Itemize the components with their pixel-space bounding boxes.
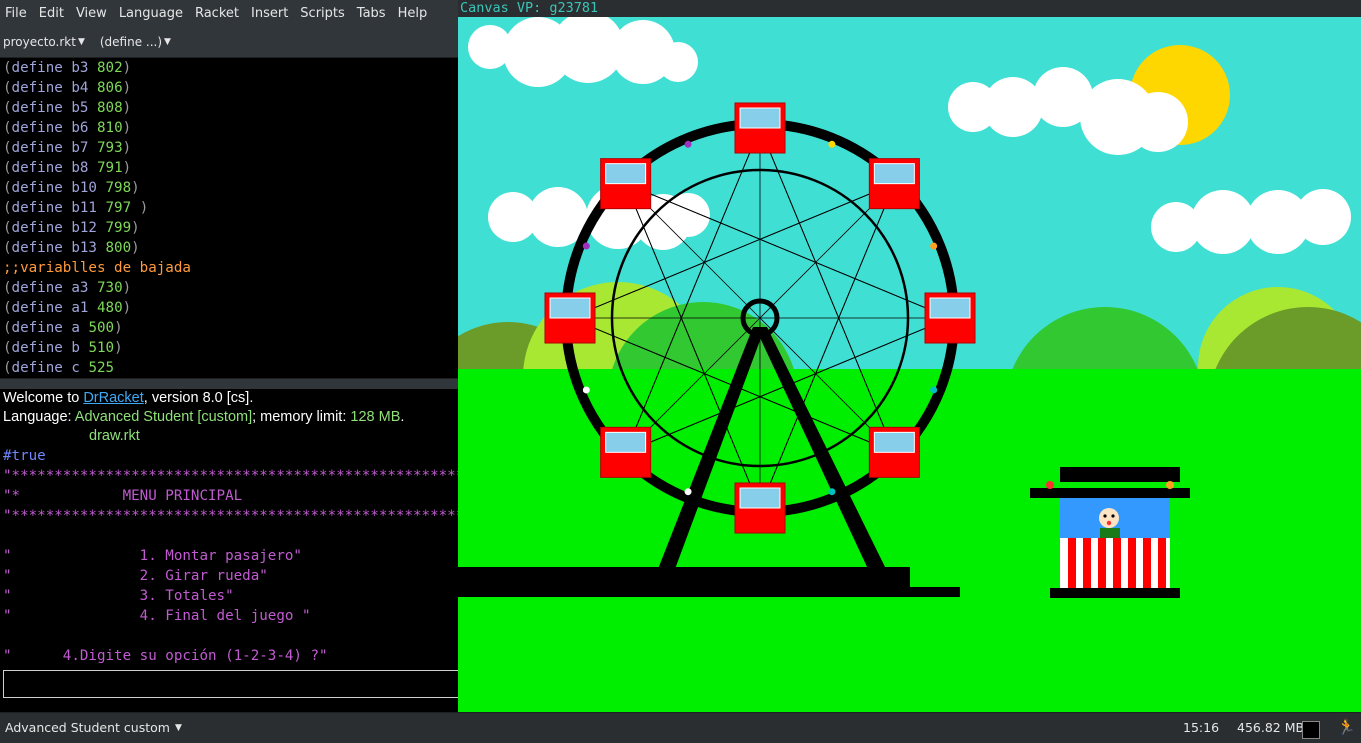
code-line: (define b4 806) [3,80,132,96]
code-line: (define b12 799) [3,220,140,236]
welcome-line: Welcome to DrRacket, version 8.0 [cs]. [3,390,254,406]
output-line: "***************************************… [3,468,458,484]
gondola-window [739,107,781,129]
code-line: (define a1 480) [3,300,132,316]
gondola-window [739,487,781,509]
gondola-window [929,297,971,319]
wheel-light [828,140,836,148]
gondola-window [873,431,915,453]
toolbar: proyecto.rkt ▼ (define ...) ▼ [0,27,458,58]
code-line: (define b5 808) [3,100,132,116]
drracket-link[interactable]: DrRacket [83,390,143,406]
output-line: " 4. Final del juego " [3,608,311,624]
output-line: " 2. Girar rueda" [3,568,268,584]
code-line: (define b6 810) [3,120,132,136]
code-line: (define a3 730) [3,280,132,296]
gondola-window [605,431,647,453]
code-line: (define b3 802) [3,60,132,76]
output-line: " 1. Montar pasajero" [3,548,302,564]
chevron-down-icon: ▼ [77,37,85,47]
scene [413,11,1361,719]
output-line: " 4.Digite su opción (1-2-3-4) ?" [3,648,328,664]
status-memory[interactable]: 456.82 MB [1237,720,1304,735]
wheel-light [684,140,692,148]
code-line: (define b8 791) [3,160,132,176]
menu-help[interactable]: Help [392,0,434,27]
wheel-light [930,242,938,250]
running-man-icon: 🏃 [1337,718,1356,736]
interactions-pane[interactable]: Welcome to DrRacket, version 8.0 [cs]. L… [0,389,458,712]
gc-indicator-icon [1302,721,1320,739]
wheel-platform [458,567,910,597]
wheel-light [828,488,836,496]
code-line: (define c 525 [3,360,115,376]
wheel-platform-step [910,587,960,597]
output-line: "* MENU PRINCIPAL [3,488,243,504]
result-line: #true [3,448,46,464]
menu-view[interactable]: View [70,0,113,27]
wheel-light [582,242,590,250]
language-selector-label: Advanced Student custom [5,720,170,735]
gondola-window [605,163,647,185]
file-dropdown-label: proyecto.rkt [3,35,76,49]
menu-insert[interactable]: Insert [245,0,294,27]
menu-language[interactable]: Language [113,0,189,27]
canvas-window-title: Canvas VP: g23781 [458,0,1361,18]
ferris-wheel [544,102,976,534]
menu-file[interactable]: File [0,0,33,27]
wheel-light [582,386,590,394]
code-comment: ;;variablles de bajada [3,260,191,276]
gondola-window [549,297,591,319]
language-selector[interactable]: Advanced Student custom ▼ [5,720,182,735]
code-line: (define b 510) [3,340,123,356]
code-line: (define b11 797 ) [3,200,149,216]
output-line: "***************************************… [3,508,458,524]
define-dropdown-label: (define ...) [99,35,163,49]
statusbar: Advanced Student custom ▼ 15:16 456.82 M… [0,712,1361,743]
language-line: Language: Advanced Student [custom]; mem… [3,409,405,425]
code-line: (define b13 800) [3,240,140,256]
chevron-down-icon: ▼ [164,37,171,47]
code-line: (define b7 793) [3,140,132,156]
code-line: (define a 500) [3,320,123,336]
status-time: 15:16 [1183,720,1220,735]
gondola-window [873,163,915,185]
teachpack-line: draw.rkt [89,428,140,444]
menubar: File Edit View Language Racket Insert Sc… [0,0,458,27]
menu-racket[interactable]: Racket [189,0,245,27]
menu-edit[interactable]: Edit [33,0,70,27]
output-line: " 3. Totales" [3,588,234,604]
read-input-box[interactable] [3,670,458,698]
canvas-viewport[interactable] [413,11,1361,719]
definitions-editor[interactable]: (define b3 802) (define b4 806) (define … [0,58,458,378]
code-line: (define b10 798) [3,180,140,196]
file-dropdown[interactable]: proyecto.rkt ▼ [3,35,85,49]
define-dropdown[interactable]: (define ...) ▼ [100,35,171,49]
wheel-light [684,488,692,496]
menu-scripts[interactable]: Scripts [294,0,350,27]
chevron-down-icon: ▼ [174,722,182,733]
menu-tabs[interactable]: Tabs [351,0,392,27]
wheel-light [930,386,938,394]
